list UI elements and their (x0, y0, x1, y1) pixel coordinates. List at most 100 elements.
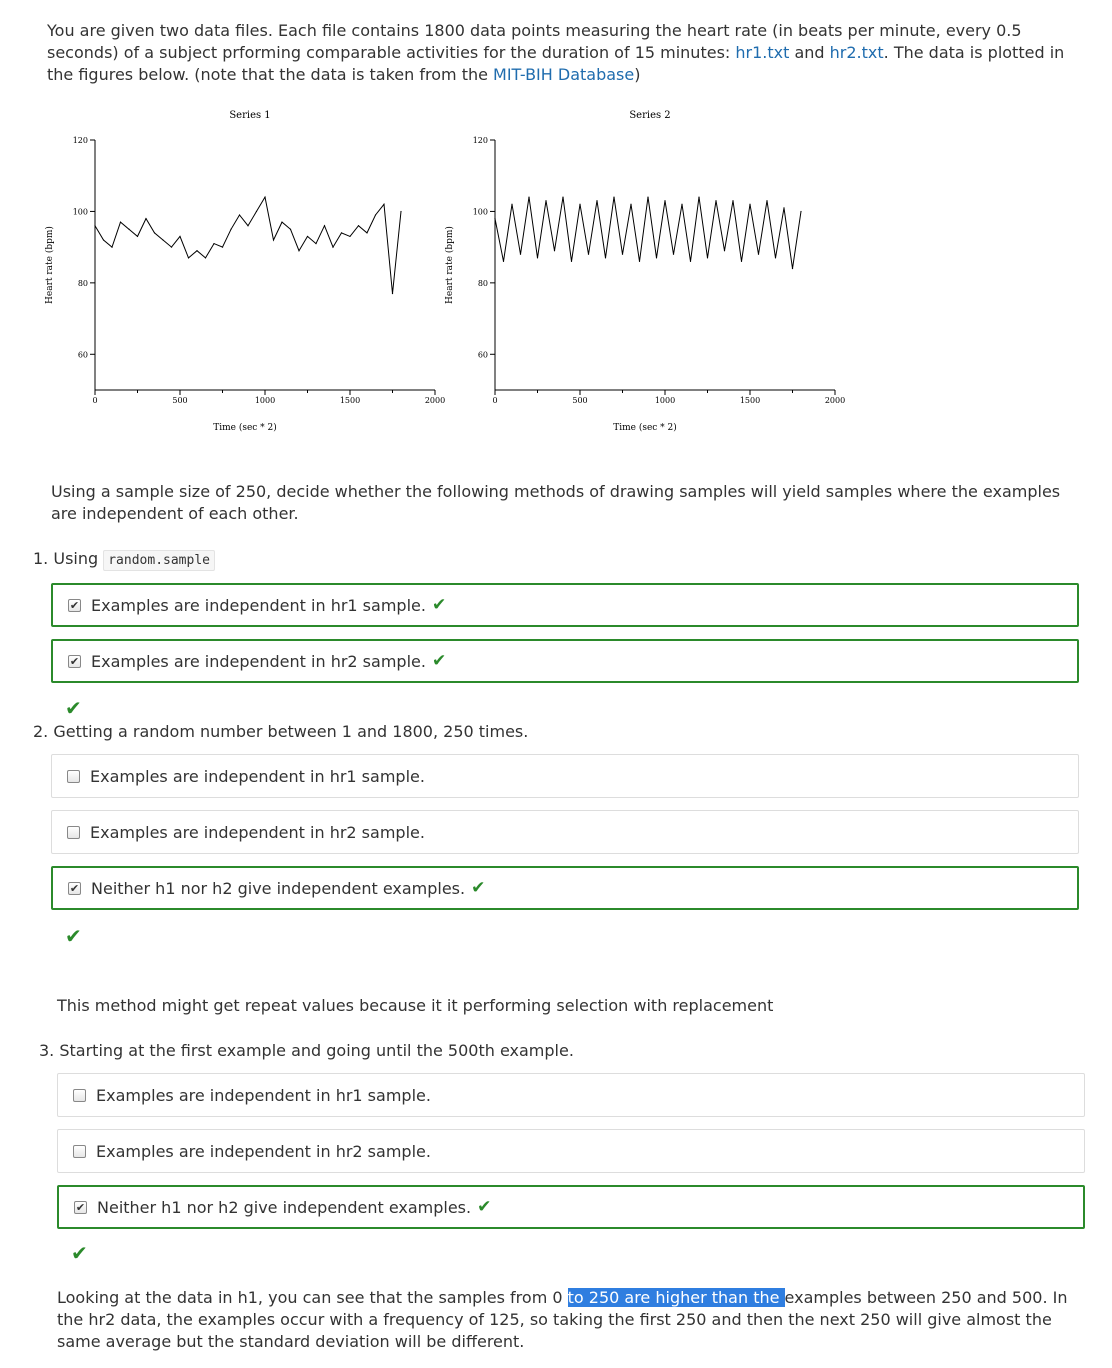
series-1-svg: Series 160801001200 500 1000 1500 2000Time (… (44, 110, 445, 433)
data-point (732, 200, 734, 202)
data-point (264, 196, 266, 198)
data-point (604, 257, 607, 259)
x-tick-label: 500 (572, 396, 587, 405)
chart-title: Series 1 (229, 110, 270, 121)
option-label: Examples are independent in hr1 sample. (91, 595, 426, 615)
x-tick-label: 2000 (825, 396, 845, 405)
data-point (187, 257, 190, 259)
data-point (204, 257, 207, 259)
data-point (221, 246, 224, 248)
x-tick-label: 1000 (255, 396, 275, 405)
data-point (315, 242, 317, 245)
hr1-link[interactable]: hr1.txt (735, 43, 789, 62)
data-point (536, 257, 539, 259)
data-point (621, 253, 624, 255)
x-axis-label: Time (sec * 2) (613, 422, 677, 433)
checkbox-checked[interactable]: ✔ (68, 654, 81, 668)
check-icon: ✔ (431, 651, 447, 671)
checkbox-unchecked[interactable] (67, 769, 80, 783)
option-label: Examples are independent in hr2 sample. (91, 651, 426, 671)
data-point (357, 225, 360, 227)
data-point (111, 246, 113, 248)
data-point (715, 200, 717, 202)
intro-text: and (789, 43, 830, 62)
selected-text-highlight[interactable]: to 250 are higher than the (567, 1288, 785, 1307)
q1-option-hr2[interactable]: ✔ Examples are independent in hr2 sample… (51, 639, 1079, 683)
option-label: Neither h1 nor h2 give independent examp… (91, 878, 466, 898)
q3-option-hr1[interactable]: Examples are independent in hr1 sample. (57, 1073, 1085, 1117)
data-point (519, 253, 522, 255)
question-3-label: 3. Starting at the first example and goi… (39, 1041, 574, 1060)
data-point (230, 228, 232, 230)
data-point (596, 200, 598, 202)
data-point (664, 200, 666, 202)
y-tick-label: 60 (478, 350, 488, 359)
x-tick-label: 0 (92, 396, 97, 405)
data-point (247, 225, 249, 227)
data-point (791, 267, 794, 270)
data-point (587, 253, 590, 255)
q3-option-neither[interactable]: ✔ Neither h1 nor h2 give independent exa… (57, 1185, 1085, 1229)
checkbox-checked[interactable]: ✔ (74, 1200, 87, 1214)
series-line (494, 197, 802, 269)
q2-option-hr2[interactable]: Examples are independent in hr2 sample. (51, 810, 1079, 854)
x-tick-label: 1500 (340, 396, 360, 405)
y-tick-label: 80 (478, 279, 488, 288)
option-label: Examples are independent in hr1 sample. (96, 1085, 431, 1105)
data-point (528, 196, 530, 198)
data-point (128, 228, 130, 230)
q2-option-neither[interactable]: ✔ Neither h1 nor h2 give independent exa… (51, 866, 1079, 910)
q2-option-hr1[interactable]: Examples are independent in hr1 sample. (51, 754, 1079, 798)
data-point (757, 253, 760, 255)
q3-correct-icon: ✔ (71, 1241, 88, 1265)
data-point (655, 257, 658, 259)
option-label: Examples are independent in hr1 sample. (90, 766, 425, 786)
x-tick-label: 1500 (740, 396, 760, 405)
data-point (638, 260, 641, 263)
option-label: Examples are independent in hr2 sample. (90, 822, 425, 842)
data-point (681, 203, 683, 205)
check-icon: ✔ (477, 1197, 492, 1217)
data-point (774, 257, 777, 259)
x-tick-label: 0 (492, 396, 497, 405)
x-tick-label: 500 (172, 396, 187, 405)
data-point (579, 203, 581, 205)
explanation-text: Looking at the data in h1, you can see t… (57, 1288, 568, 1307)
hr2-link[interactable]: hr2.txt (830, 43, 884, 62)
data-point (306, 235, 309, 238)
q2-explanation: This method might get repeat values beca… (57, 996, 774, 1015)
data-point (94, 225, 96, 227)
y-tick-label: 60 (78, 350, 88, 359)
data-point (553, 250, 556, 252)
data-point (281, 221, 283, 223)
q1-option-hr1[interactable]: ✔ Examples are independent in hr1 sample… (51, 583, 1079, 627)
checkbox-unchecked[interactable] (67, 825, 80, 839)
series-2-svg: Series 2 60 80 100 120 0 500 1000 1500 2000 Time (… (444, 110, 845, 433)
check-icon: ✔ (431, 595, 447, 615)
checkbox-checked[interactable]: ✔ (68, 881, 81, 895)
data-point (196, 250, 198, 252)
data-point (374, 214, 377, 216)
series-line (94, 195, 402, 294)
question-1-label: 1. Using random.sample (33, 549, 215, 571)
q3-option-hr2[interactable]: Examples are independent in hr2 sample. (57, 1129, 1085, 1173)
q1-correct-icon: ✔ (65, 696, 82, 720)
data-point (570, 260, 573, 263)
data-point (323, 225, 326, 227)
checkbox-unchecked[interactable] (73, 1088, 86, 1102)
data-point (706, 257, 709, 259)
data-point (119, 221, 122, 223)
data-point (613, 196, 615, 198)
y-tick-label: 80 (78, 279, 88, 288)
chart-title: Series 2 (629, 110, 670, 121)
data-point (136, 235, 139, 238)
mit-bih-link[interactable]: MIT-BIH Database (493, 65, 634, 84)
check-icon: ✔ (471, 878, 486, 898)
checkbox-checked[interactable]: ✔ (68, 598, 81, 612)
y-axis-label: Heart rate (bpm) (444, 226, 455, 304)
series-1-chart: Series 1 60 80 100 120 0 500 1000 1500 2000 Time (… (40, 100, 460, 440)
checkbox-unchecked[interactable] (73, 1144, 86, 1158)
data-point (383, 203, 385, 205)
x-tick-label: 1000 (655, 396, 675, 405)
data-point (783, 207, 785, 209)
